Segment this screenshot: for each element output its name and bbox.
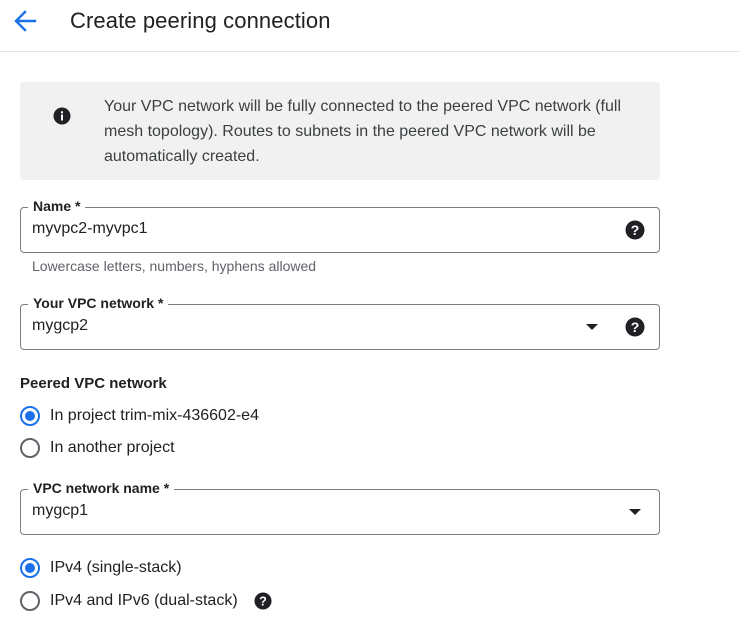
info-icon <box>53 107 71 125</box>
help-icon[interactable]: ? <box>625 220 645 240</box>
radio-in-project[interactable]: In project trim-mix-436602-e4 <box>20 404 259 428</box>
help-icon[interactable]: ? <box>254 592 272 610</box>
dropdown-caret-icon[interactable] <box>586 324 598 330</box>
your-vpc-network-label: Your VPC network * <box>28 295 169 311</box>
your-vpc-network-value: mygcp2 <box>32 317 89 334</box>
your-vpc-network-select[interactable]: Your VPC network * mygcp2 ? <box>20 295 660 350</box>
name-field-label: Name * <box>28 198 86 214</box>
arrow-back-icon[interactable] <box>10 6 40 36</box>
help-icon[interactable]: ? <box>625 317 645 337</box>
svg-text:?: ? <box>631 319 640 335</box>
name-hint: Lowercase letters, numbers, hyphens allo… <box>32 258 317 274</box>
page-title: Create peering connection <box>70 8 331 33</box>
radio-unselected-icon[interactable] <box>20 438 40 458</box>
vpc-network-name-value: mygcp1 <box>32 502 89 519</box>
info-banner-text: Your VPC network will be fully connected… <box>104 98 622 165</box>
vpc-network-name-select[interactable]: VPC network name * mygcp1 <box>20 480 660 535</box>
peered-vpc-section-title: Peered VPC network <box>20 375 167 392</box>
page-header: Create peering connection <box>0 0 740 52</box>
radio-selected-icon[interactable] <box>20 558 40 578</box>
name-field-value[interactable]: myvpc2-myvpc1 <box>32 220 148 238</box>
radio-selected-icon[interactable] <box>20 406 40 426</box>
svg-text:?: ? <box>631 222 640 238</box>
svg-text:?: ? <box>259 595 267 609</box>
dropdown-caret-icon[interactable] <box>629 509 641 515</box>
name-field[interactable]: Name * myvpc2-myvpc1 ? <box>20 198 660 253</box>
radio-ipv4-single-stack[interactable]: IPv4 (single-stack) <box>20 556 182 580</box>
radio-ipv4-ipv6-dual-stack[interactable]: IPv4 and IPv6 (dual-stack) ? <box>20 589 272 613</box>
radio-unselected-icon[interactable] <box>20 591 40 611</box>
vpc-network-name-label: VPC network name * <box>28 480 175 496</box>
info-banner: Your VPC network will be fully connected… <box>20 82 660 180</box>
radio-in-another-project[interactable]: In another project <box>20 436 175 460</box>
